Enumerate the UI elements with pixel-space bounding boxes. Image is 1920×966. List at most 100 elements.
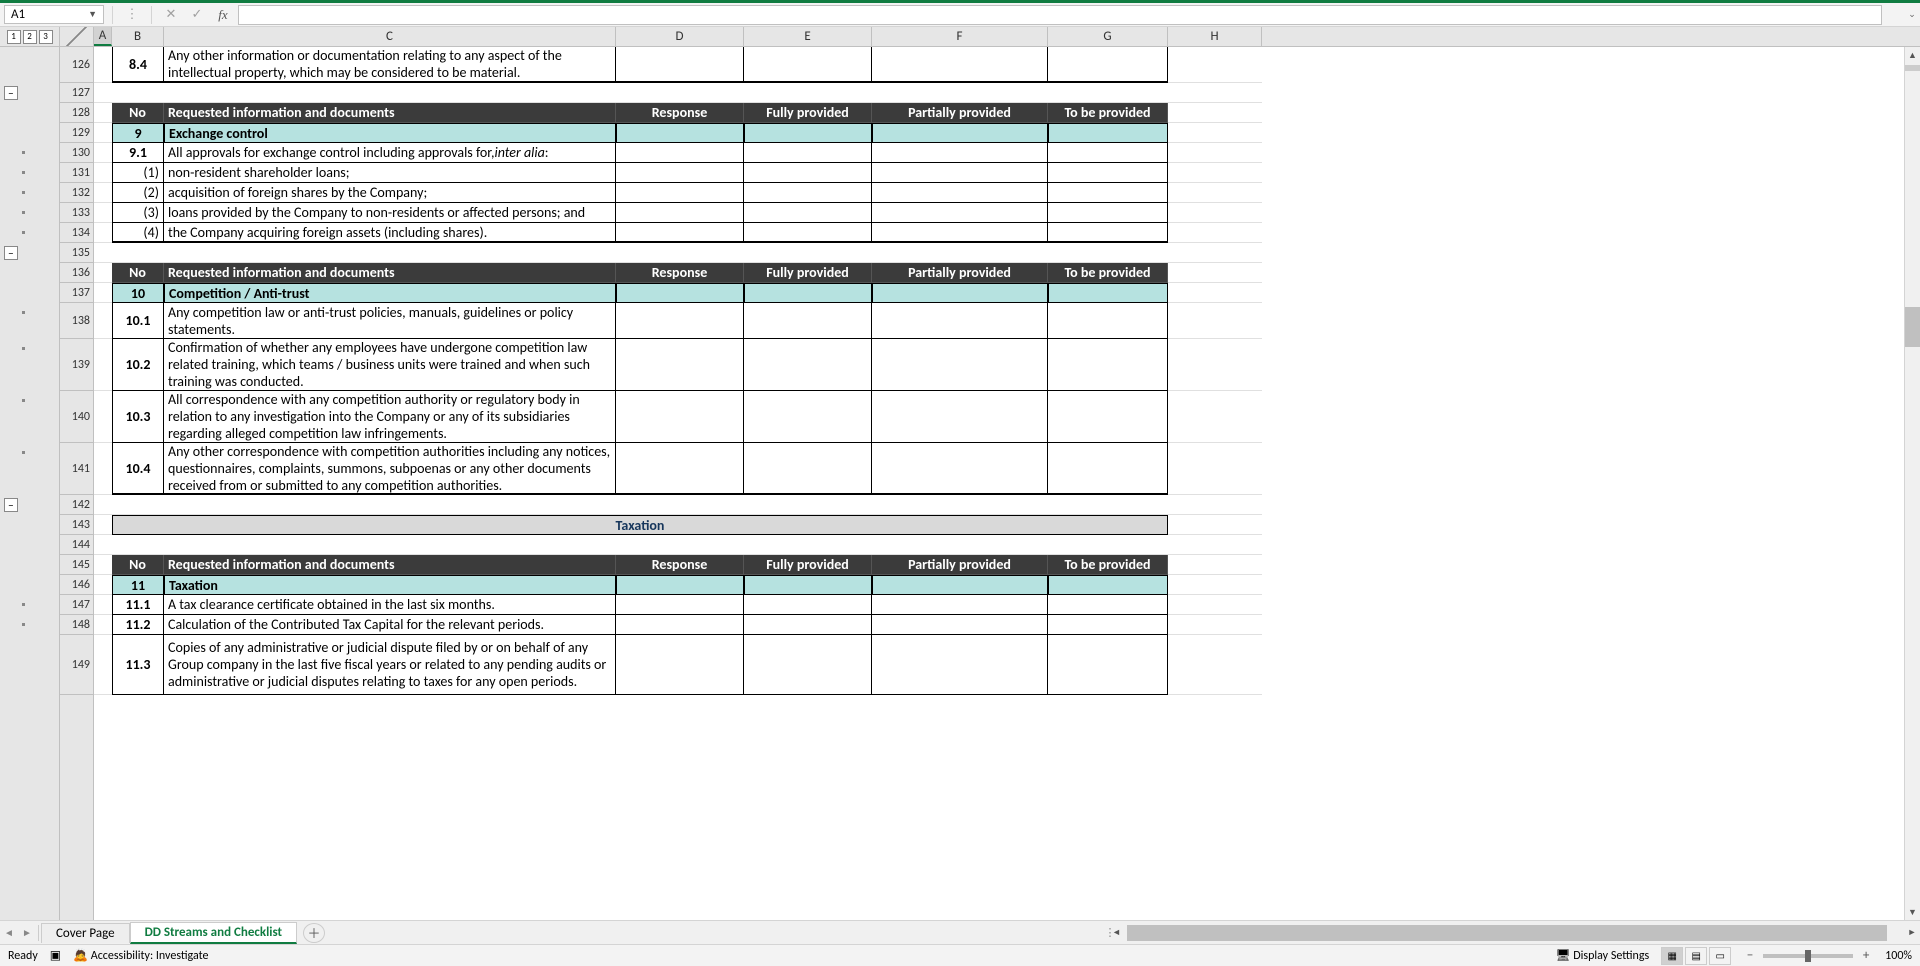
cell[interactable] [872,283,1048,303]
section-title[interactable]: Exchange control [164,123,616,143]
col-header-F[interactable]: F [872,27,1048,46]
cell-empty[interactable] [1168,339,1262,391]
cell[interactable] [616,339,744,391]
row-header-128[interactable]: 128 [60,103,93,123]
horizontal-scrollbar[interactable] [1127,925,1903,941]
header-requested[interactable]: Requested information and documents [164,103,616,123]
hscroll-left-icon[interactable]: ◄ [1109,925,1125,941]
view-page-layout-icon[interactable]: ▤ [1685,947,1707,965]
zoom-track[interactable] [1763,954,1853,958]
zoom-slider[interactable]: − + [1743,948,1873,963]
cell[interactable] [744,303,872,339]
outline-collapse-button[interactable]: − [4,246,18,260]
cell[interactable] [744,615,872,635]
cell-no[interactable]: 10.4 [112,443,164,495]
row-header-142[interactable]: 142 [60,495,93,515]
cell-no[interactable]: 10.1 [112,303,164,339]
cell-desc[interactable]: Calculation of the Contributed Tax Capit… [164,615,616,635]
row-header-146[interactable]: 146 [60,575,93,595]
cell-empty[interactable] [94,515,112,535]
cell-no[interactable]: (1) [112,163,164,183]
row-header-138[interactable]: 138 [60,303,93,339]
cell[interactable] [872,391,1048,443]
row-header-135[interactable]: 135 [60,243,93,263]
cell-empty[interactable] [1168,635,1262,695]
sheet-tab-cover-page[interactable]: Cover Page [41,923,130,943]
row-header-145[interactable]: 145 [60,555,93,575]
zoom-level[interactable]: 100% [1885,949,1912,963]
cell-desc[interactable]: the Company acquiring foreign assets (in… [164,223,616,243]
outline-level-1[interactable]: 1 [7,30,21,44]
vertical-scrollbar[interactable]: ▲ ▼ [1904,47,1920,920]
tab-split-handle[interactable]: ⋮ [1101,926,1109,939]
cell-to-be-provided[interactable]: To be provided [1048,263,1168,283]
cell[interactable] [616,635,744,695]
cell-empty[interactable] [1168,391,1262,443]
cell-empty[interactable] [1168,83,1262,103]
cell-empty[interactable] [164,535,616,555]
fx-icon[interactable]: fx [212,5,234,25]
cell[interactable] [1048,615,1168,635]
cell-desc[interactable]: Any other correspondence with competitio… [164,443,616,495]
cell[interactable] [1048,223,1168,243]
cell[interactable] [1048,163,1168,183]
name-box[interactable]: A1 ▼ [4,5,104,24]
cell-desc[interactable]: Copies of any administrative or judicial… [164,635,616,695]
cell-empty[interactable] [94,615,112,635]
banner-taxation[interactable]: Taxation [112,515,1168,535]
cell[interactable] [1048,303,1168,339]
cell[interactable] [616,391,744,443]
scroll-up-icon[interactable]: ▲ [1905,47,1920,63]
col-header-G[interactable]: G [1048,27,1168,46]
row-header-130[interactable]: 130 [60,143,93,163]
cell-empty[interactable] [94,203,112,223]
cell-tobe[interactable] [1048,47,1168,83]
cell[interactable] [744,123,872,143]
cell[interactable] [744,443,872,495]
split-handle[interactable] [1905,65,1920,71]
row-header-148[interactable]: 148 [60,615,93,635]
cell[interactable] [872,203,1048,223]
cell-no[interactable]: 10.2 [112,339,164,391]
cell[interactable] [744,143,872,163]
row-header-129[interactable]: 129 [60,123,93,143]
cell-empty[interactable] [94,595,112,615]
cell-empty[interactable] [112,243,164,263]
cell-empty[interactable] [616,83,744,103]
cell-partially-provided[interactable]: Partially provided [872,103,1048,123]
col-header-A[interactable]: A [94,27,112,46]
cell-empty[interactable] [616,495,744,515]
cell-empty[interactable] [1168,555,1262,575]
cell-empty[interactable] [94,263,112,283]
cell-grid[interactable]: 8.4Any other information or documentatio… [94,47,1920,920]
cell[interactable] [1048,203,1168,223]
display-settings-button[interactable]: 🖥 Display Settings [1555,948,1649,963]
cell-empty[interactable] [94,443,112,495]
cell-empty[interactable] [1168,535,1262,555]
section-title[interactable]: Competition / Anti-trust [164,283,616,303]
row-header-137[interactable]: 137 [60,283,93,303]
cell[interactable] [616,183,744,203]
cell-empty[interactable] [1048,83,1168,103]
row-header-143[interactable]: 143 [60,515,93,535]
cell[interactable] [744,635,872,695]
add-sheet-button[interactable]: ＋ [303,923,325,943]
cell[interactable] [744,575,872,595]
cell-desc[interactable]: Any other information or documentation r… [164,47,616,83]
cell-empty[interactable] [1168,123,1262,143]
cell-empty[interactable] [94,243,112,263]
cell-empty[interactable] [744,243,872,263]
cell[interactable] [616,303,744,339]
cell[interactable] [872,575,1048,595]
row-header-136[interactable]: 136 [60,263,93,283]
cell[interactable] [1048,183,1168,203]
row-header-133[interactable]: 133 [60,203,93,223]
cell[interactable] [744,391,872,443]
cell-empty[interactable] [94,47,112,83]
cell-empty[interactable] [1168,263,1262,283]
row-header-127[interactable]: 127 [60,83,93,103]
cell-partially-provided[interactable]: Partially provided [872,263,1048,283]
cell-empty[interactable] [872,535,1048,555]
cell-no[interactable]: 11.1 [112,595,164,615]
cell-fully-provided[interactable]: Fully provided [744,555,872,575]
